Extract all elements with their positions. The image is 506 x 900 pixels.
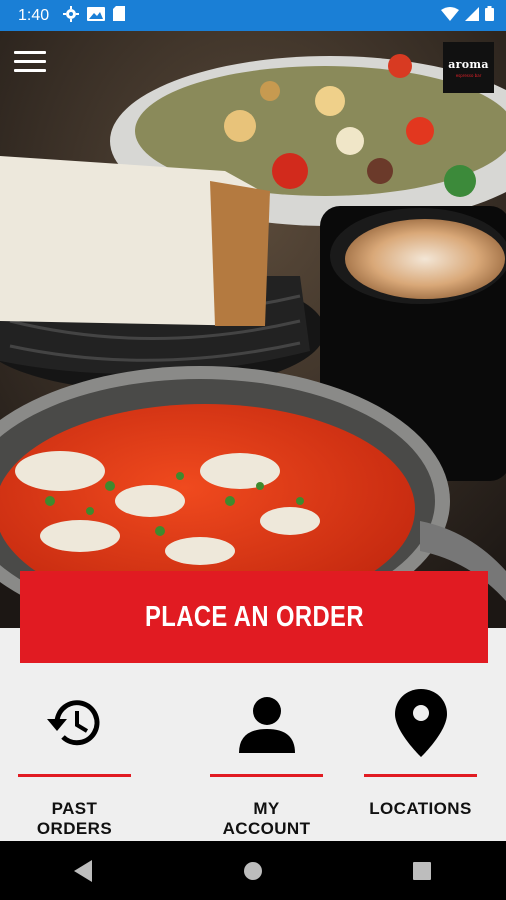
home-icon[interactable] <box>233 851 273 891</box>
person-icon <box>210 683 323 763</box>
android-nav-bar <box>0 841 506 900</box>
locations-underline <box>364 774 477 777</box>
locations-label: LOCATIONS <box>369 799 472 818</box>
recents-icon[interactable] <box>402 851 442 891</box>
sd-card-icon <box>113 6 126 25</box>
past-orders-button[interactable]: PAST ORDERS <box>18 683 138 838</box>
image-icon <box>87 6 106 25</box>
back-icon[interactable] <box>64 851 104 891</box>
status-bar: 1:40 <box>0 0 506 31</box>
signal-icon <box>465 6 479 25</box>
locations-button[interactable]: LOCATIONS <box>364 683 484 823</box>
my-account-button[interactable]: MY ACCOUNT <box>210 683 330 838</box>
place-order-button[interactable]: PLACE AN ORDER <box>20 571 488 663</box>
status-time: 1:40 <box>18 6 50 24</box>
past-orders-underline <box>18 774 131 777</box>
logo-tagline: espresso bar <box>455 72 482 78</box>
wifi-icon <box>441 6 459 25</box>
aroma-logo: aroma espresso bar <box>443 42 494 93</box>
history-icon <box>18 683 131 763</box>
my-account-label: MY ACCOUNT <box>222 799 311 838</box>
logo-text: aroma <box>448 57 489 71</box>
my-account-underline <box>210 774 323 777</box>
battery-icon <box>485 6 494 25</box>
hamburger-menu-icon[interactable] <box>14 45 54 77</box>
hero-food-image <box>0 31 506 628</box>
past-orders-label: PAST ORDERS <box>36 799 113 838</box>
settings-icon <box>63 5 80 26</box>
place-order-label: PLACE AN ORDER <box>144 600 364 633</box>
location-pin-icon <box>364 683 477 763</box>
